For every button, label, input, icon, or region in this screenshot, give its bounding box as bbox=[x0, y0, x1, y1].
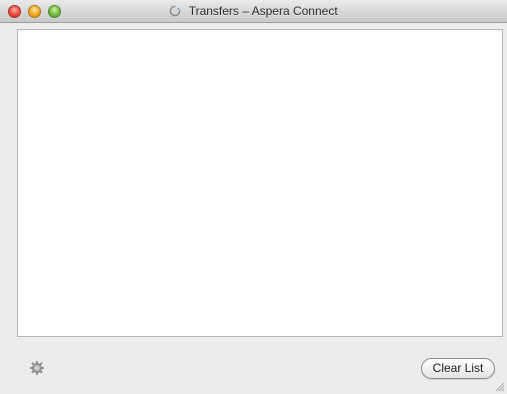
title-bar[interactable]: Transfers – Aspera Connect bbox=[0, 0, 507, 23]
resize-grip-icon[interactable] bbox=[494, 381, 505, 392]
transfer-list[interactable] bbox=[17, 29, 503, 337]
window-title: Transfers – Aspera Connect bbox=[0, 3, 507, 20]
transfers-window: Transfers – Aspera Connect Clear List bbox=[0, 0, 507, 394]
window-title-text: Transfers – Aspera Connect bbox=[188, 4, 338, 19]
refresh-spinner-icon bbox=[170, 5, 181, 17]
clear-list-button[interactable]: Clear List bbox=[421, 358, 495, 379]
gear-icon bbox=[30, 361, 44, 375]
settings-button[interactable] bbox=[29, 360, 45, 376]
